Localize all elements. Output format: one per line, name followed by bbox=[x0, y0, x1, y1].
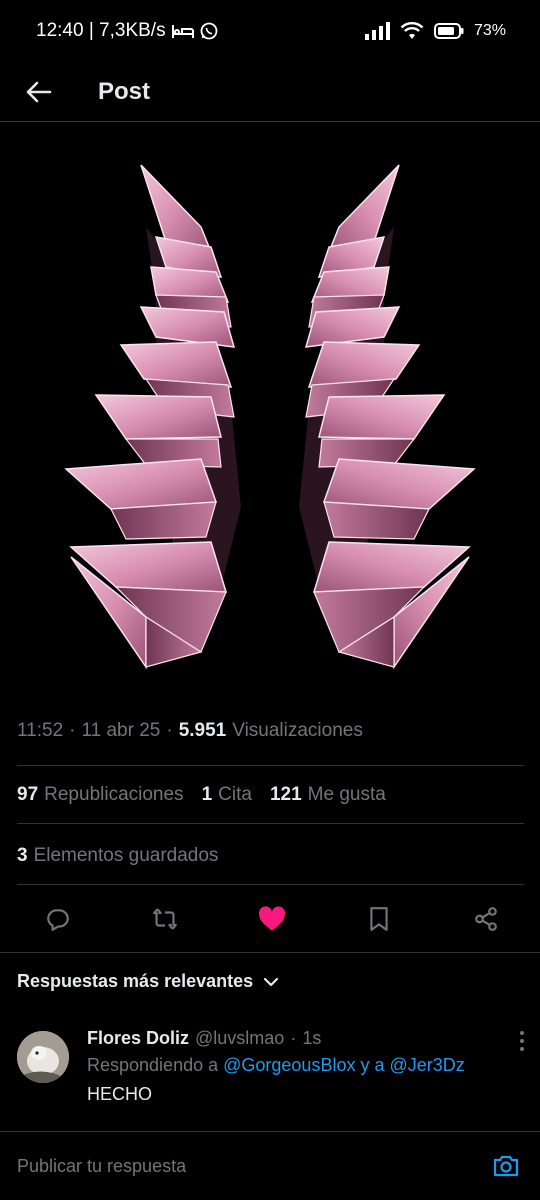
repost-icon bbox=[153, 908, 177, 930]
whatsapp-icon bbox=[200, 22, 218, 40]
avatar[interactable] bbox=[17, 1031, 69, 1083]
mention-link[interactable]: @Jer3Dz bbox=[390, 1055, 465, 1075]
camera-button[interactable] bbox=[489, 1149, 523, 1183]
reply-author-handle[interactable]: @luvslmao bbox=[195, 1028, 284, 1049]
replying-prefix: Respondiendo a bbox=[87, 1055, 219, 1075]
likes-count[interactable]: 121 bbox=[270, 784, 302, 806]
quotes-label[interactable]: Cita bbox=[218, 784, 252, 806]
reply-header: Flores Doliz @luvslmao · 1s bbox=[87, 1028, 527, 1049]
post-image[interactable] bbox=[16, 147, 524, 686]
chevron-down-icon bbox=[264, 977, 279, 986]
replies-sort-dropdown[interactable]: Respuestas más relevantes bbox=[17, 971, 279, 992]
heart-icon bbox=[258, 906, 286, 931]
reply-input[interactable]: Publicar tu respuesta bbox=[17, 1156, 489, 1177]
status-right: 73% bbox=[364, 22, 506, 40]
mention-link[interactable]: @GorgeousBlox bbox=[223, 1055, 355, 1075]
status-left: 12:40 | 7,3KB/s bbox=[36, 20, 218, 42]
bookmark-button[interactable] bbox=[359, 899, 399, 939]
replies-sort-label: Respuestas más relevantes bbox=[17, 971, 254, 991]
repost-button[interactable] bbox=[145, 899, 185, 939]
bookmarks-divider bbox=[17, 884, 524, 885]
meta-separator: · bbox=[290, 1028, 297, 1048]
reposts-label[interactable]: Republicaciones bbox=[44, 784, 183, 806]
bookmarks-label: Elementos guardados bbox=[33, 845, 219, 866]
actions-divider bbox=[0, 952, 540, 953]
meta-separator: · bbox=[69, 720, 76, 741]
reply-time: 1s bbox=[302, 1028, 322, 1048]
top-bar: Post bbox=[0, 62, 540, 122]
views-count: 5.951 bbox=[178, 720, 227, 741]
bookmark-icon bbox=[370, 907, 388, 931]
reply-button[interactable] bbox=[38, 899, 78, 939]
stats-divider bbox=[17, 823, 524, 824]
share-icon bbox=[475, 907, 497, 931]
reposts-count[interactable]: 97 bbox=[17, 784, 38, 806]
camera-icon bbox=[493, 1155, 519, 1177]
more-vertical-icon bbox=[520, 1031, 524, 1051]
back-button[interactable] bbox=[0, 62, 78, 122]
signal-icon bbox=[364, 22, 390, 40]
arrow-left-icon bbox=[26, 81, 52, 103]
meta-divider bbox=[17, 765, 524, 766]
reply-icon bbox=[47, 909, 69, 931]
wifi-icon bbox=[400, 22, 424, 40]
replying-to: Respondiendo a @GorgeousBlox y a @Jer3Dz bbox=[87, 1055, 527, 1076]
status-time-network: 12:40 | 7,3KB/s bbox=[36, 20, 166, 41]
bookmarks-count: 3 bbox=[17, 845, 28, 866]
post-meta: 11:52 · 11 abr 25 · 5.951 Visualizacione… bbox=[17, 720, 363, 742]
meta-separator: · bbox=[166, 720, 173, 741]
bed-icon bbox=[171, 23, 194, 39]
post-time: 11:52 bbox=[17, 720, 64, 741]
engagement-stats: 97 Republicaciones 1 Cita 121 Me gusta bbox=[17, 784, 404, 806]
likes-label[interactable]: Me gusta bbox=[308, 784, 386, 806]
quotes-count[interactable]: 1 bbox=[202, 784, 213, 806]
reply-item[interactable]: Flores Doliz @luvslmao · 1s Respondiendo… bbox=[0, 1028, 540, 1128]
like-button[interactable] bbox=[252, 899, 292, 939]
post-date: 11 abr 25 bbox=[81, 720, 161, 741]
battery-percent: 73% bbox=[473, 22, 506, 39]
reply-compose-bar: Publicar tu respuesta bbox=[0, 1131, 540, 1200]
status-bar: 12:40 | 7,3KB/s 73% bbox=[0, 0, 540, 62]
battery-icon bbox=[433, 23, 464, 39]
more-options-button[interactable] bbox=[518, 1030, 526, 1057]
share-button[interactable] bbox=[466, 899, 506, 939]
views-label: Visualizaciones bbox=[232, 720, 363, 741]
reply-text: HECHO bbox=[87, 1084, 153, 1104]
reply-author-name[interactable]: Flores Doliz bbox=[87, 1028, 189, 1049]
reply-body: Flores Doliz @luvslmao · 1s Respondiendo… bbox=[87, 1028, 527, 1105]
page-title: Post bbox=[98, 78, 151, 105]
header-divider bbox=[0, 121, 540, 122]
bookmarks-stat[interactable]: 3 Elementos guardados bbox=[17, 845, 236, 867]
horns-illustration bbox=[16, 147, 524, 686]
post-actions bbox=[0, 893, 540, 945]
mention-joiner: y a bbox=[360, 1055, 385, 1075]
